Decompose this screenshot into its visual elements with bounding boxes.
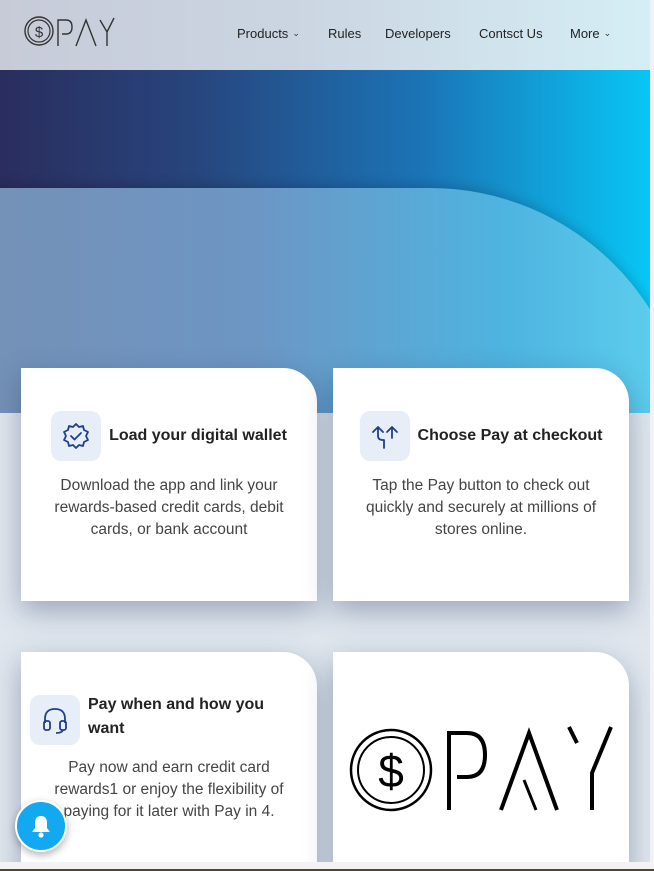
feature-title: Pay when and how you want <box>88 696 265 737</box>
nav-products-label: Products <box>237 26 289 41</box>
headset-icon <box>30 695 80 745</box>
header: $ Products ⌄ Rules Developers Contsct Us… <box>0 0 650 70</box>
notification-bell-button[interactable] <box>15 800 67 852</box>
feature-title: Choose Pay at checkout <box>417 427 603 444</box>
feature-text: Pay now and earn credit card rewards1 or… <box>54 759 284 820</box>
nav-rules[interactable]: Rules <box>328 26 385 41</box>
page: $ Products ⌄ Rules Developers Contsct Us… <box>0 0 650 862</box>
feature-text: Download the app and link your rewards-b… <box>54 477 284 538</box>
bell-icon <box>32 816 50 838</box>
split-arrows-icon <box>359 411 410 461</box>
nav-more-label: More <box>570 26 600 41</box>
chevron-down-icon: ⌄ <box>603 28 612 38</box>
main-nav: Products ⌄ Rules Developers Contsct Us M… <box>237 26 630 41</box>
logo-card-symbol: $ <box>378 745 404 797</box>
feature-card-checkout: Choose Pay at checkout Tap the Pay butto… <box>333 368 629 601</box>
feature-card-wallet: Load your digital wallet Download the ap… <box>21 368 317 601</box>
nav-products[interactable]: Products ⌄ <box>237 26 328 41</box>
feature-card-header: Load your digital wallet <box>21 411 317 461</box>
feature-title: Load your digital wallet <box>109 427 287 444</box>
badge-check-icon <box>51 411 102 461</box>
nav-contact[interactable]: Contsct Us <box>479 26 570 41</box>
nav-rules-label: Rules <box>328 26 362 41</box>
brand-logo[interactable]: $ <box>24 14 116 53</box>
pay-logo-large: $ <box>349 726 613 812</box>
vertical-scrollbar[interactable] <box>650 0 654 862</box>
feature-card-header: Pay when and how you want <box>21 695 317 745</box>
feature-card-header: Choose Pay at checkout <box>333 411 629 461</box>
chevron-down-icon: ⌄ <box>292 28 300 38</box>
nav-more[interactable]: More ⌄ <box>570 26 630 41</box>
feature-text: Tap the Pay button to check out quickly … <box>365 477 597 538</box>
logo-card: $ <box>333 652 629 862</box>
nav-developers[interactable]: Developers <box>385 26 479 41</box>
logo-symbol: $ <box>35 24 44 41</box>
nav-contact-label: Contsct Us <box>479 26 543 41</box>
hero-banner <box>0 70 650 413</box>
nav-developers-label: Developers <box>385 26 451 41</box>
window-bottom-edge <box>0 862 654 871</box>
